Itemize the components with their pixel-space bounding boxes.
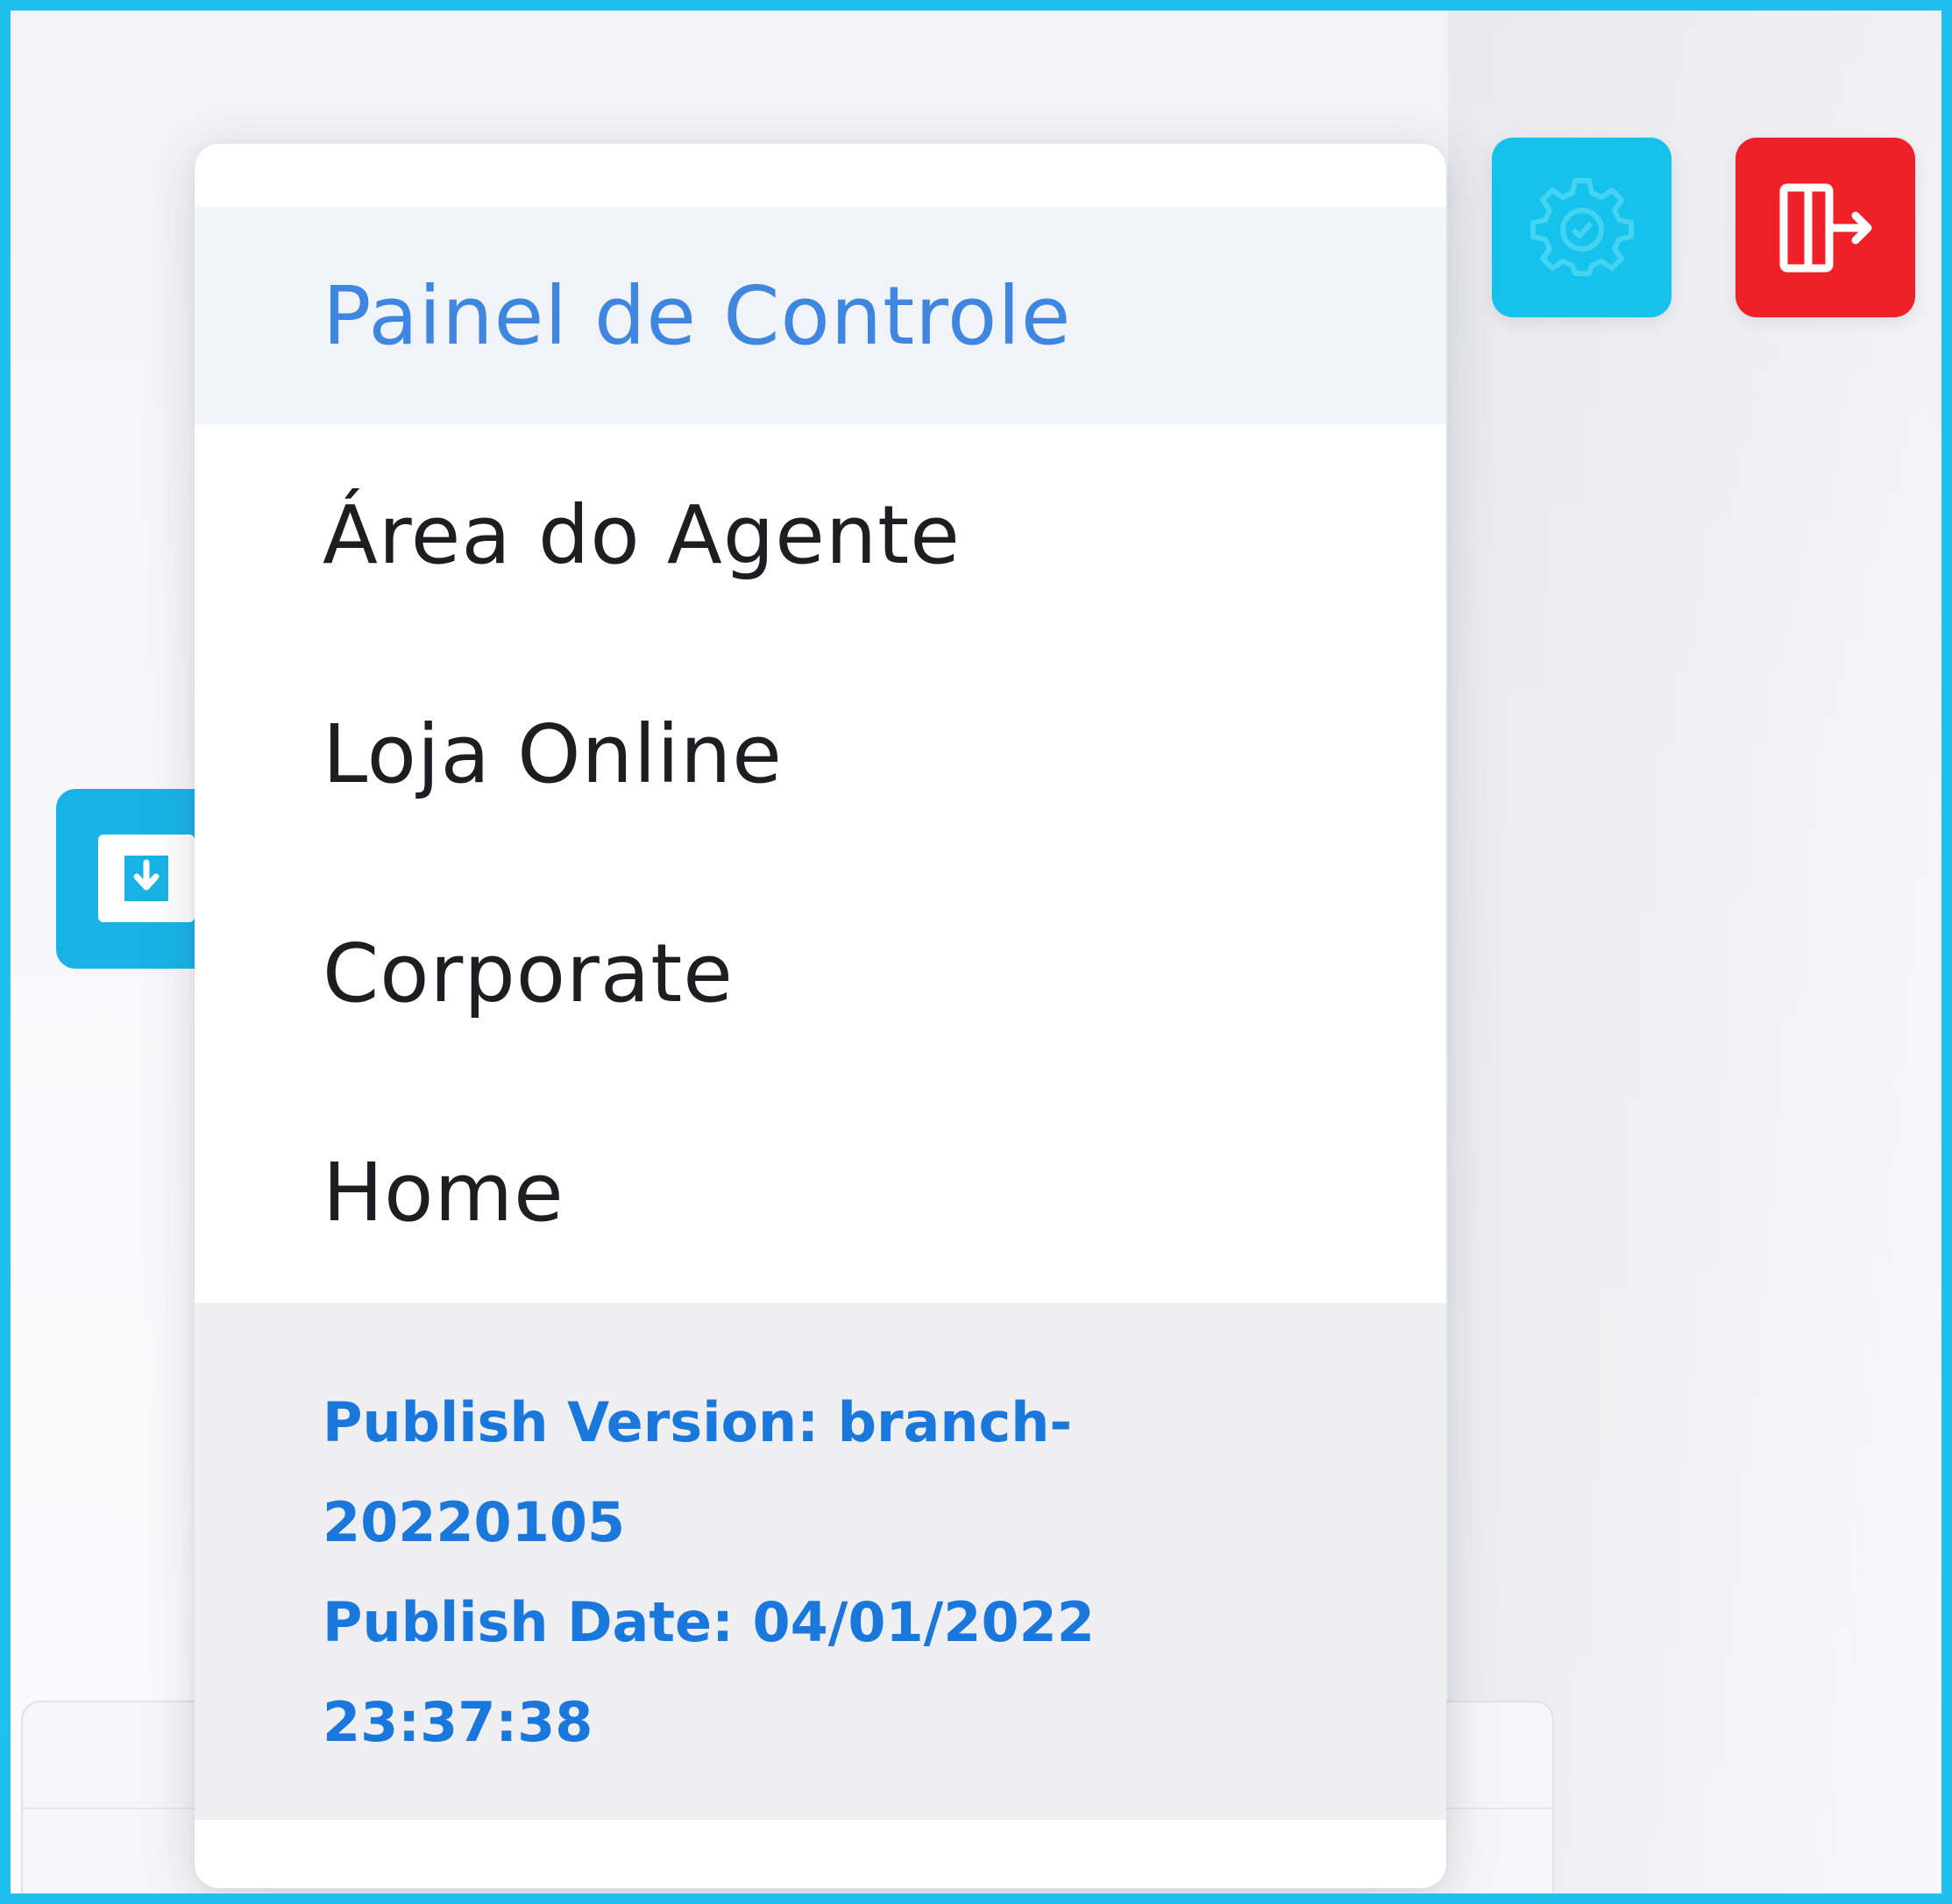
version-info: Publish Version: branch- 20220105 Publis… [195,1303,1446,1820]
menu-item-painel-de-controle[interactable]: Painel de Controle [195,207,1446,424]
menu-item-area-do-agente[interactable]: Área do Agente [195,426,1446,643]
logout-icon [1779,183,1871,272]
logout-button[interactable] [1736,138,1915,317]
download-icon [124,856,168,901]
dropdown-menu: Painel de Controle Área do Agente Loja O… [195,144,1446,1888]
menu-item-label: Home [323,1145,564,1240]
menu-item-label: Corporate [323,926,734,1020]
download-icon-frame [98,835,195,922]
menu-item-loja-online[interactable]: Loja Online [195,645,1446,863]
publish-version-value: 20220105 [323,1490,626,1554]
menu-item-label: Loja Online [323,707,783,801]
menu-item-label: Painel de Controle [323,268,1072,363]
screenshot-frame: Painel de Controle Área do Agente Loja O… [0,0,1952,1904]
menu-item-corporate[interactable]: Corporate [195,864,1446,1082]
settings-button[interactable] [1492,138,1672,317]
publish-date-label: Publish Date: 04/01/2022 [323,1590,1095,1654]
menu-item-home[interactable]: Home [195,1083,1446,1301]
publish-version-label: Publish Version: branch- [323,1390,1073,1454]
publish-time-value: 23:37:38 [323,1690,593,1754]
gear-icon [1530,177,1634,276]
menu-item-label: Área do Agente [323,487,961,582]
